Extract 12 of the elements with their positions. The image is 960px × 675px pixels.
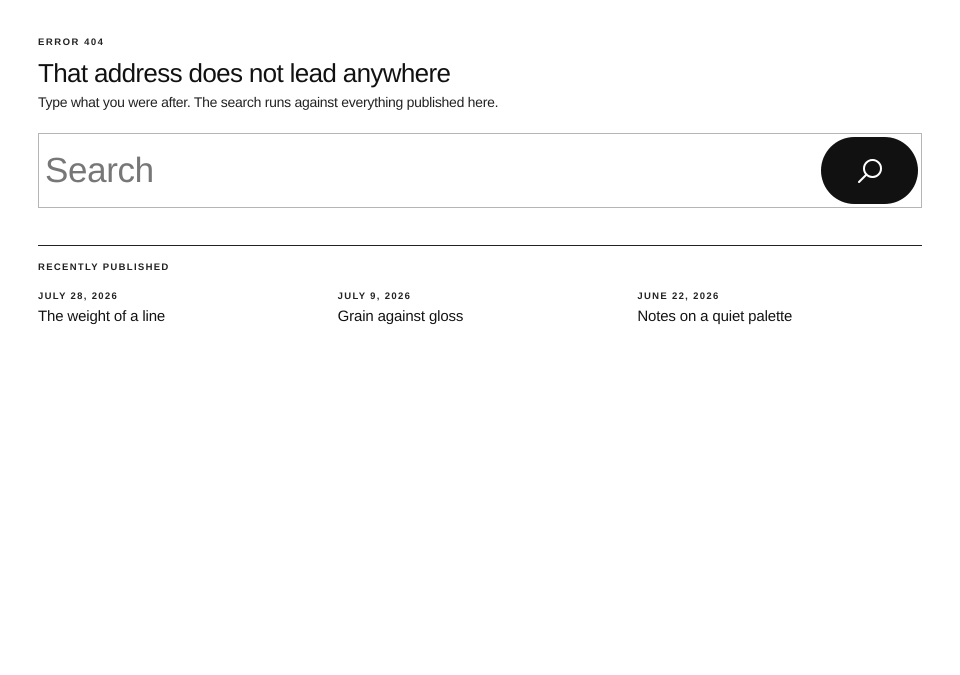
post-date: JULY 9, 2026 — [338, 291, 412, 303]
search-icon — [856, 158, 882, 184]
search-field[interactable]: Search — [38, 133, 922, 208]
page-subtitle: Type what you were after. The search runs against everything published here. — [38, 93, 498, 111]
post-link[interactable]: Notes on a quiet palette — [637, 307, 792, 326]
post-date: JUNE 22, 2026 — [637, 291, 720, 303]
post-date: JULY 28, 2026 — [38, 291, 118, 303]
section-heading: RECENTLY PUBLISHED — [38, 262, 170, 274]
error-eyebrow: ERROR 404 — [38, 37, 104, 49]
post-link[interactable]: The weight of a line — [38, 307, 166, 326]
page-title: That address does not lead anywhere — [38, 58, 450, 88]
post-link[interactable]: Grain against gloss — [338, 307, 464, 326]
